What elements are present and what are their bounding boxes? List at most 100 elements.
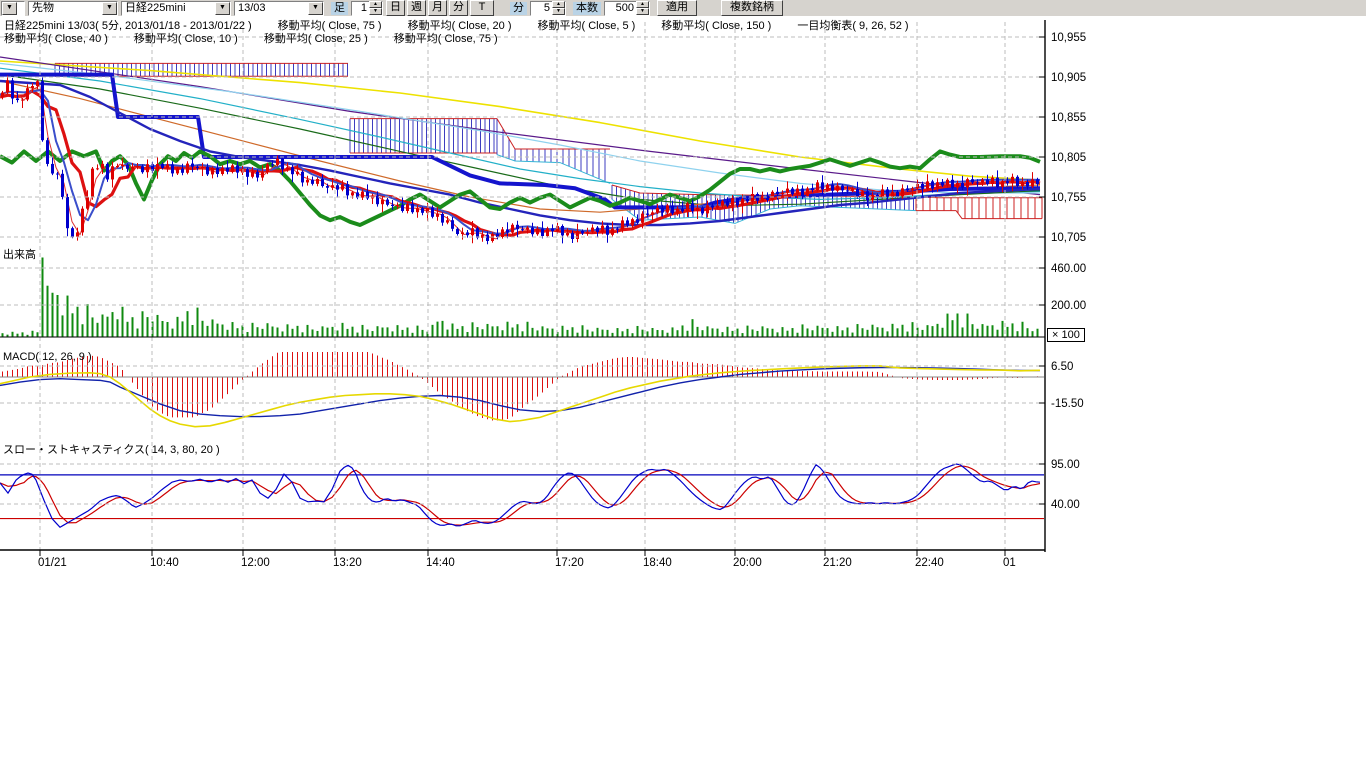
- candle-body: [541, 229, 544, 236]
- volume-bar: [312, 329, 314, 337]
- candle-body: [211, 168, 214, 174]
- chevron-down-icon[interactable]: ▼: [102, 2, 117, 15]
- volume-bar: [817, 326, 819, 337]
- candle-body: [841, 186, 844, 191]
- candle-body: [761, 196, 764, 201]
- candle-body: [781, 193, 784, 195]
- volume-bar: [1037, 329, 1039, 337]
- candle-body: [311, 180, 314, 184]
- candle-body: [471, 228, 474, 235]
- chevron-down-icon[interactable]: ▼: [308, 2, 323, 15]
- volume-bar: [382, 328, 384, 338]
- bar-interval-stepper[interactable]: 1 ▲▼: [351, 1, 383, 16]
- candle-body: [731, 198, 734, 205]
- volume-bar: [947, 314, 949, 337]
- volume-bar: [297, 326, 299, 337]
- chevron-down-icon[interactable]: ▼: [2, 2, 17, 15]
- volume-bar: [462, 326, 464, 337]
- volume-bar: [1007, 327, 1009, 337]
- spin-down-icon[interactable]: ▼: [636, 8, 649, 15]
- volume-bar: [1027, 328, 1029, 337]
- volume-bar: [682, 325, 684, 337]
- apply-button[interactable]: 適用: [657, 0, 697, 16]
- multi-symbol-button[interactable]: 複数銘柄: [721, 0, 783, 16]
- symbol-dropdown[interactable]: 日経225mini ▼: [121, 1, 231, 16]
- volume-bar: [892, 324, 894, 337]
- candle-body: [901, 188, 904, 196]
- mini-dropdown[interactable]: ▼: [1, 1, 25, 16]
- volume-bar: [342, 323, 344, 337]
- tick-button[interactable]: T: [470, 0, 494, 16]
- candle-body: [171, 164, 174, 173]
- candle-body: [791, 189, 794, 195]
- candle-body: [691, 203, 694, 211]
- bar-count-stepper[interactable]: 500 ▲▼: [604, 1, 650, 16]
- candle-body: [221, 168, 224, 174]
- candle-body: [446, 220, 449, 222]
- candle-body: [641, 214, 644, 223]
- contract-month-dropdown[interactable]: 13/03 ▼: [234, 1, 324, 16]
- daily-button[interactable]: 日: [386, 0, 405, 16]
- candle-body: [981, 180, 984, 183]
- volume-bar: [167, 322, 169, 337]
- spin-down-icon[interactable]: ▼: [369, 8, 382, 15]
- candle-body: [176, 169, 179, 174]
- legend-row-2: 移動平均( Close, 40 ) 移動平均( Close, 10 ) 移動平均…: [4, 33, 524, 45]
- candle-body: [831, 185, 834, 191]
- volume-bar: [282, 331, 284, 337]
- volume-bar: [712, 328, 714, 337]
- candle-body: [326, 186, 329, 188]
- volume-bar: [997, 330, 999, 337]
- volume-bar: [512, 328, 514, 338]
- candle-body: [1001, 181, 1004, 187]
- spin-down-icon[interactable]: ▼: [552, 8, 565, 15]
- volume-bar: [502, 330, 504, 337]
- right-axis-label: 10,855: [1051, 112, 1086, 124]
- volume-bar: [292, 329, 294, 337]
- instrument-type-dropdown[interactable]: 先物 ▼: [28, 1, 118, 16]
- minute-stepper[interactable]: 5 ▲▼: [530, 1, 566, 16]
- volume-bar: [247, 332, 249, 337]
- volume-bar: [117, 319, 119, 337]
- volume-bar: [492, 326, 494, 337]
- symbol-value: 日経225mini: [122, 2, 215, 14]
- volume-bar: [632, 333, 634, 337]
- volume-bar: [347, 329, 349, 337]
- volume-bar: [902, 325, 904, 337]
- minute-button[interactable]: 分: [449, 0, 468, 16]
- volume-bar: [637, 326, 639, 337]
- volume-bar: [782, 327, 784, 337]
- volume-bar: [202, 321, 204, 337]
- volume-bar: [852, 333, 854, 337]
- volume-bar: [977, 329, 979, 337]
- candle-body: [361, 192, 364, 198]
- volume-bar: [47, 286, 49, 337]
- candle-body: [871, 195, 874, 201]
- candle-body: [136, 166, 139, 167]
- candle-body: [636, 219, 639, 223]
- candle-body: [716, 206, 719, 208]
- candle-body: [581, 231, 584, 233]
- weekly-button[interactable]: 週: [407, 0, 426, 16]
- volume-bar: [472, 322, 474, 337]
- spin-up-icon[interactable]: ▲: [552, 1, 565, 8]
- volume-bar: [957, 313, 959, 337]
- volume-bar: [887, 331, 889, 337]
- volume-bar: [162, 321, 164, 337]
- chevron-down-icon[interactable]: ▼: [215, 2, 230, 15]
- candle-body: [846, 190, 849, 191]
- candle-body: [561, 226, 564, 235]
- candle-body: [26, 88, 29, 99]
- volume-bar: [227, 330, 229, 337]
- candle-body: [626, 220, 629, 225]
- time-axis-label: 22:40: [915, 557, 944, 569]
- candle-body: [786, 189, 789, 193]
- volume-bar: [372, 331, 374, 337]
- spin-up-icon[interactable]: ▲: [636, 1, 649, 8]
- candle-body: [271, 164, 274, 165]
- candle-body: [46, 140, 49, 164]
- volume-bar: [937, 324, 939, 337]
- spin-up-icon[interactable]: ▲: [369, 1, 382, 8]
- monthly-button[interactable]: 月: [428, 0, 447, 16]
- volume-bar: [442, 321, 444, 337]
